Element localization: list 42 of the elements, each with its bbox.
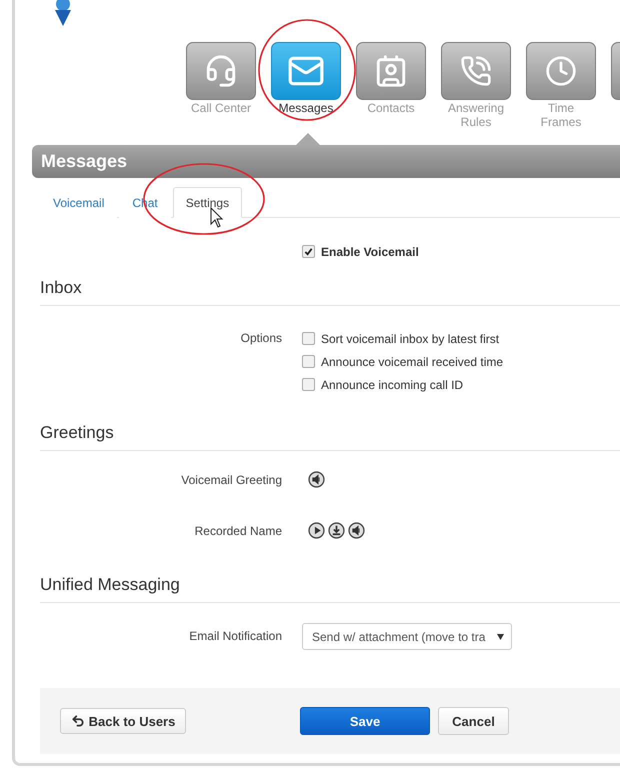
nav-label: Messages bbox=[278, 101, 334, 115]
headset-icon bbox=[204, 54, 238, 88]
save-button[interactable]: Save bbox=[300, 707, 430, 735]
checkbox-label: Enable Voicemail bbox=[321, 244, 419, 258]
caret-icon bbox=[497, 634, 504, 640]
nav-tile[interactable]: Answering Rules bbox=[441, 42, 511, 140]
field-label: Options bbox=[240, 330, 282, 347]
nav-tile[interactable]: Call Center bbox=[186, 42, 256, 140]
nav-label: Call Center bbox=[190, 101, 252, 115]
back-arrow-icon bbox=[70, 714, 85, 728]
field-label: Recorded Name bbox=[194, 523, 282, 540]
field-label: Email Notification bbox=[188, 628, 282, 645]
speaker-icon[interactable] bbox=[348, 522, 365, 539]
email-notification-select[interactable]: Send w/ attachment (move to tra bbox=[302, 623, 512, 650]
checkbox-label: Announce voicemail received time bbox=[321, 354, 504, 368]
tab[interactable]: Settings bbox=[172, 187, 242, 218]
checkbox-label: Sort voicemail inbox by latest first bbox=[321, 332, 500, 346]
nav-label: Contacts bbox=[367, 101, 415, 115]
back-to-users-button[interactable]: Back to Users bbox=[60, 708, 186, 734]
nav-label: Time Frames bbox=[540, 101, 582, 129]
play-icon[interactable] bbox=[308, 522, 325, 539]
checkbox[interactable] bbox=[302, 332, 315, 345]
speaker-icon[interactable] bbox=[308, 471, 325, 488]
nav-tile[interactable]: Messages bbox=[271, 42, 341, 140]
phone-icon bbox=[460, 55, 492, 87]
field-label: Voicemail Greeting bbox=[180, 472, 282, 489]
nav-tile[interactable]: Time Frames bbox=[526, 42, 596, 140]
section-heading: Unified Messaging bbox=[40, 575, 620, 603]
page-title: Messages bbox=[41, 151, 128, 172]
logo-icon bbox=[52, 0, 74, 26]
checkbox[interactable] bbox=[302, 245, 315, 258]
cancel-button[interactable]: Cancel bbox=[438, 707, 509, 735]
checkbox[interactable] bbox=[302, 355, 315, 368]
clock-icon bbox=[545, 55, 577, 87]
section-heading: Inbox bbox=[40, 278, 620, 306]
nav-label: Answering Rules bbox=[446, 101, 506, 129]
checkbox-label: Announce incoming call ID bbox=[321, 378, 464, 392]
section-heading: Greetings bbox=[40, 423, 620, 451]
nav-tile[interactable]: Contacts bbox=[356, 42, 426, 140]
checkbox[interactable] bbox=[302, 378, 315, 391]
contact-card-icon bbox=[374, 54, 408, 88]
download-icon[interactable] bbox=[328, 522, 345, 539]
